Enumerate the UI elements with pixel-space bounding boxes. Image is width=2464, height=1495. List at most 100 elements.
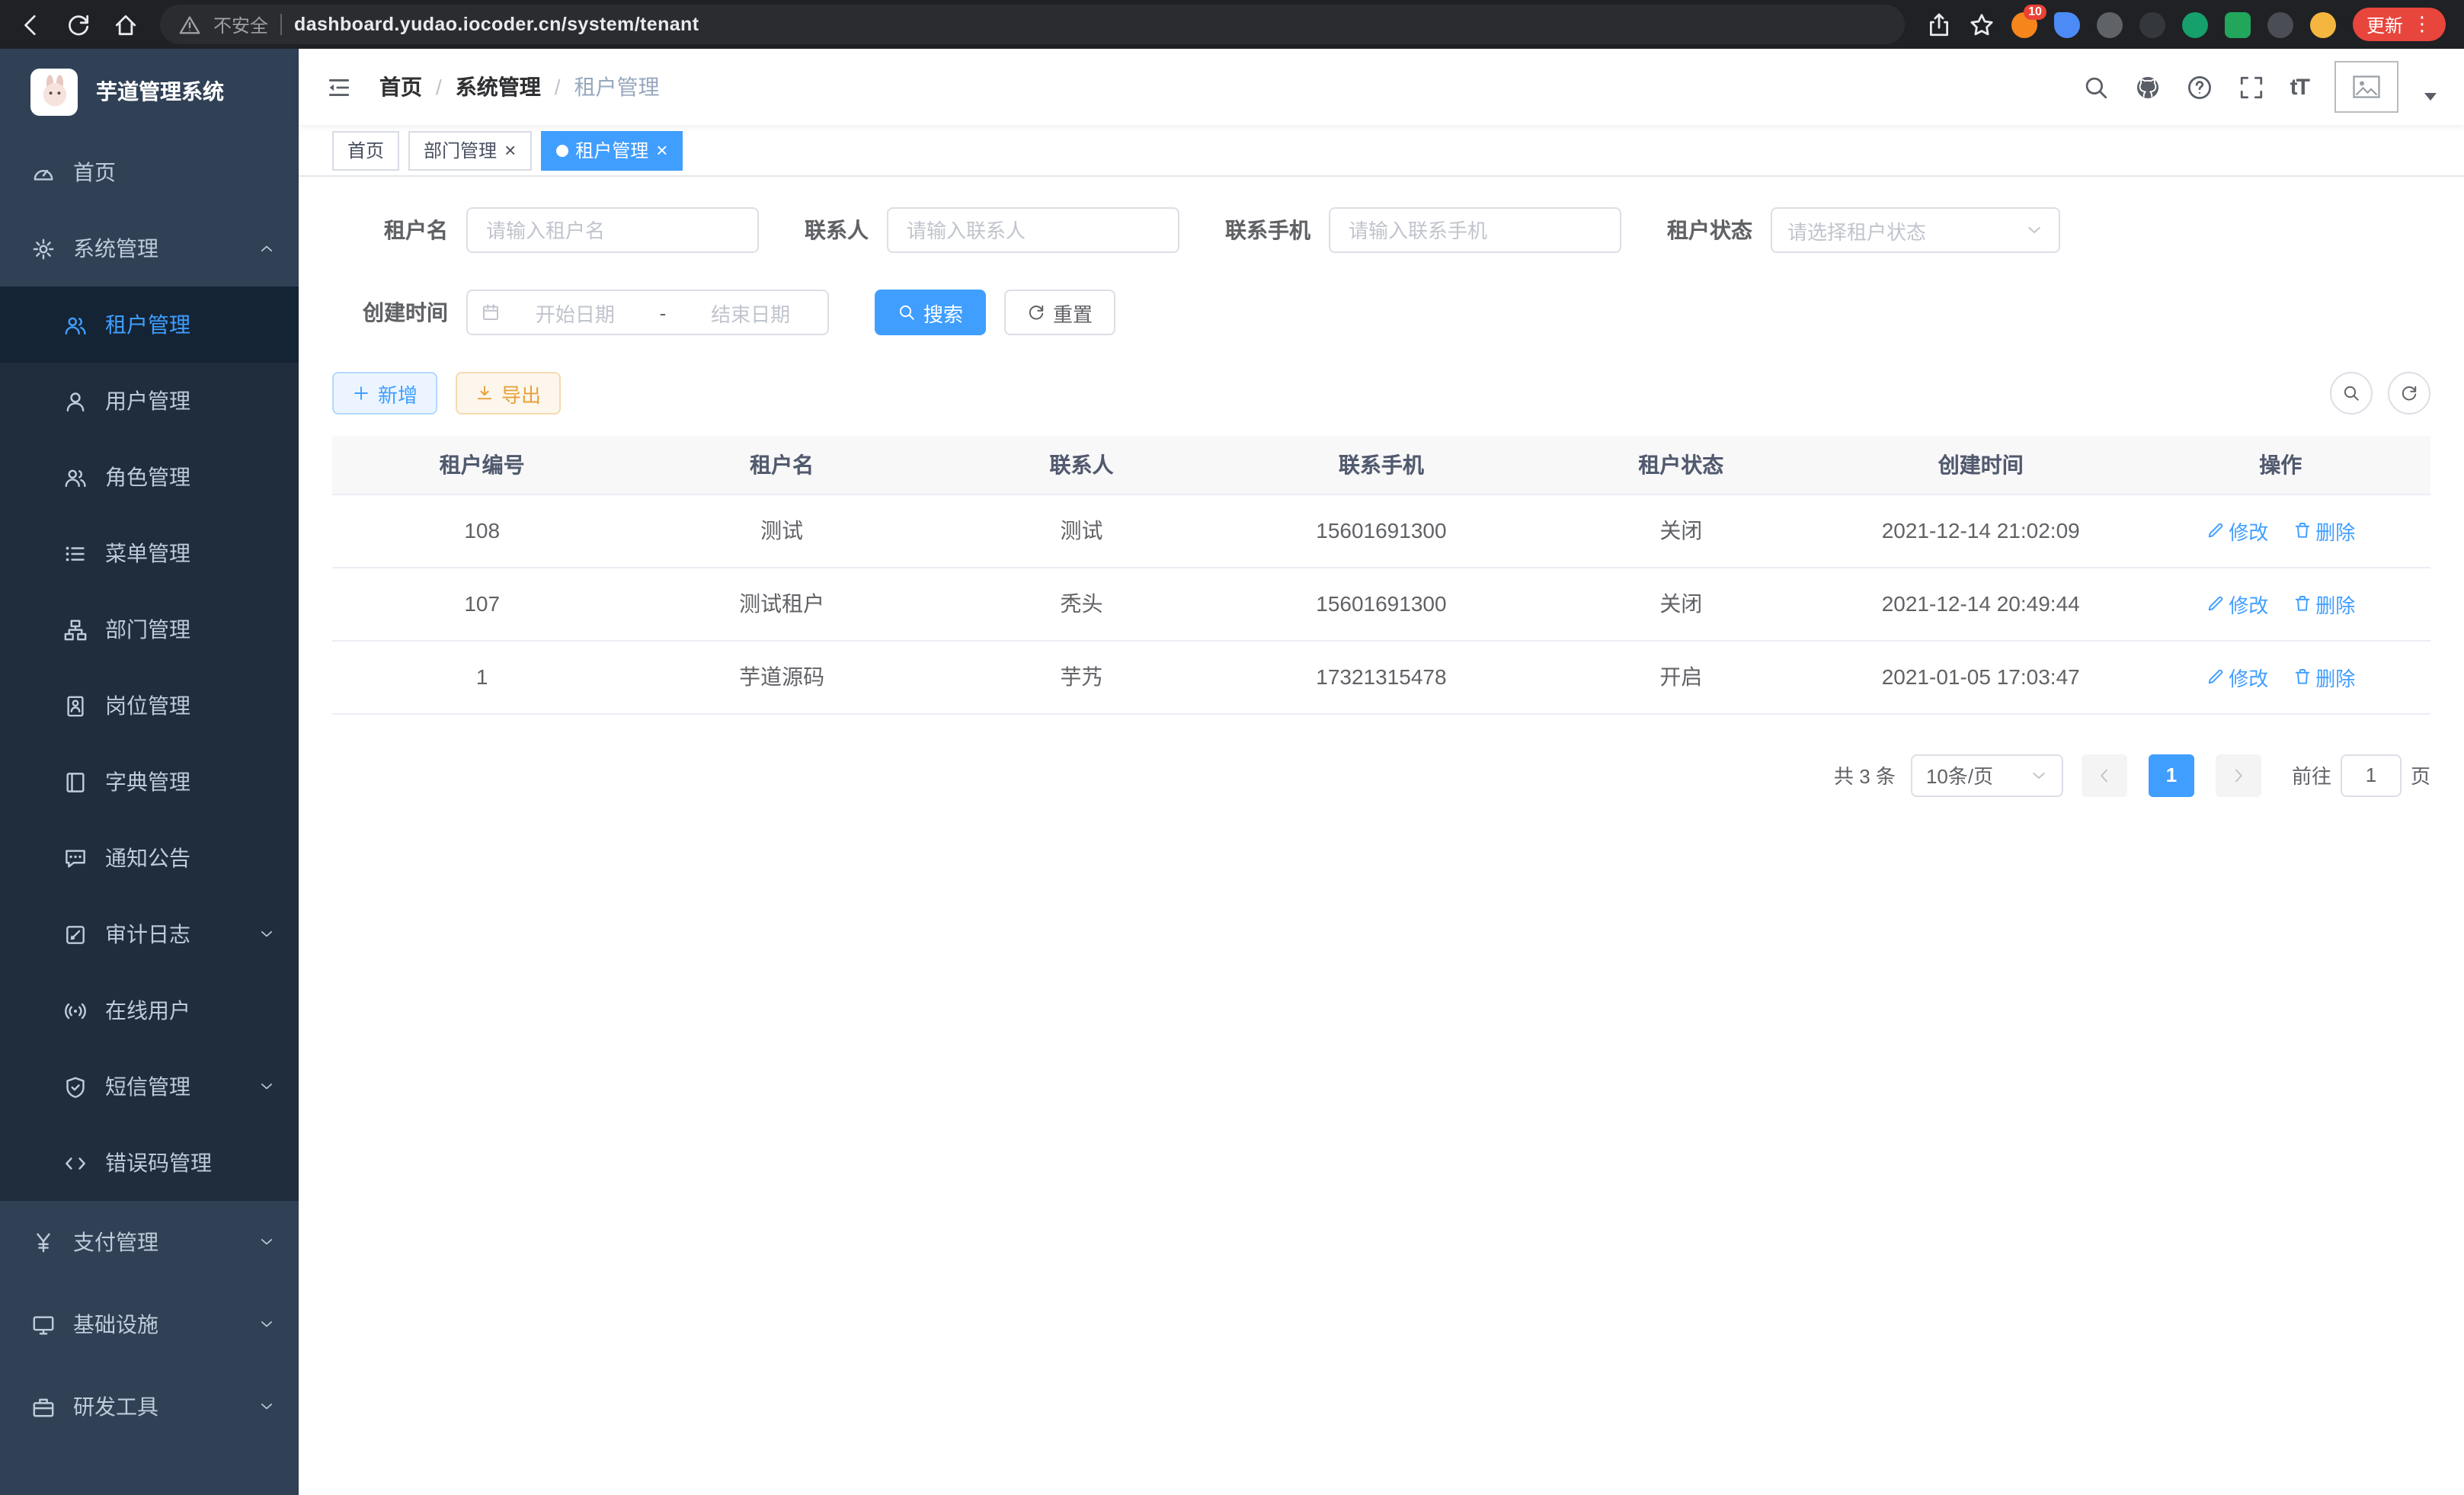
browser-update-button[interactable]: 更新 ⋮	[2353, 8, 2446, 41]
search-button[interactable]: 搜索	[875, 290, 986, 335]
hamburger-icon	[326, 74, 352, 100]
tab-close-icon[interactable]: ×	[656, 140, 667, 160]
tab-home[interactable]: 首页	[332, 130, 399, 170]
header-search-button[interactable]	[2083, 74, 2109, 100]
reload-icon[interactable]	[66, 11, 91, 37]
chevron-left-icon	[2095, 766, 2114, 784]
toolbar-right	[2330, 372, 2430, 415]
extension-icon-4[interactable]	[2139, 11, 2165, 37]
status-select[interactable]: 请选择租户状态	[1771, 207, 2060, 253]
url-text: dashboard.yudao.iocoder.cn/system/tenant	[294, 14, 699, 35]
tenant-name-input[interactable]	[466, 207, 759, 253]
font-size-button[interactable]: tT	[2290, 74, 2309, 100]
trash-icon	[2293, 521, 2311, 539]
search-icon	[2083, 74, 2109, 100]
edit-icon	[2206, 667, 2224, 686]
delete-link-label: 删除	[2315, 516, 2355, 545]
extension-icon-7[interactable]	[2267, 11, 2293, 37]
tab-close-icon[interactable]: ×	[504, 140, 516, 160]
sidebar-item-home[interactable]: 首页	[0, 134, 299, 210]
kebab-menu-icon[interactable]: ⋮	[2412, 12, 2432, 37]
sidebar-item-auditlog[interactable]: 审计日志	[0, 896, 299, 972]
breadcrumb-home[interactable]: 首页	[379, 72, 422, 102]
gear-icon	[32, 237, 55, 260]
delete-link[interactable]: 删除	[2293, 589, 2355, 618]
sidebar-item-pay[interactable]: 支付管理	[0, 1201, 299, 1283]
logo[interactable]: 芋道管理系统	[0, 49, 299, 134]
toggle-search-button[interactable]	[2330, 372, 2373, 415]
extension-icon-1[interactable]: 10	[2011, 11, 2037, 37]
extension-icon-3[interactable]	[2097, 11, 2123, 37]
breadcrumb-system[interactable]: 系统管理	[456, 72, 541, 102]
sidebar-toggle-button[interactable]	[326, 74, 352, 100]
docs-help-button[interactable]	[2187, 74, 2213, 100]
edit-link[interactable]: 修改	[2206, 516, 2268, 545]
extension-icon-8[interactable]	[2310, 11, 2336, 37]
edit-icon	[2206, 594, 2224, 613]
sidebar-menu: 首页 系统管理 租户管理 用户管理	[0, 134, 299, 1448]
extension-icon-2[interactable]	[2054, 11, 2080, 37]
sidebar-item-system[interactable]: 系统管理	[0, 210, 299, 287]
page-size-select[interactable]: 10条/页	[1911, 754, 2063, 796]
tab-tenant[interactable]: 租户管理 ×	[540, 130, 683, 170]
sidebar-item-dict[interactable]: 字典管理	[0, 744, 299, 820]
extension-icon-6[interactable]	[2225, 11, 2251, 37]
edit-link[interactable]: 修改	[2206, 662, 2268, 691]
share-icon[interactable]	[1926, 11, 1952, 37]
delete-link[interactable]: 删除	[2293, 662, 2355, 691]
sidebar-item-label: 在线用户	[105, 995, 190, 1026]
sidebar-item-errorcode[interactable]: 错误码管理	[0, 1125, 299, 1201]
date-start-input[interactable]: 开始日期	[512, 298, 638, 327]
next-page-button[interactable]	[2216, 754, 2261, 796]
sidebar-item-role[interactable]: 角色管理	[0, 439, 299, 515]
address-bar[interactable]: 不安全 dashboard.yudao.iocoder.cn/system/te…	[160, 5, 1905, 44]
goto-page-input[interactable]	[2341, 754, 2402, 796]
reset-button[interactable]: 重置	[1004, 290, 1115, 335]
date-end-input[interactable]: 结束日期	[687, 298, 814, 327]
sidebar-item-label: 审计日志	[105, 919, 190, 949]
sidebar-item-devtools[interactable]: 研发工具	[0, 1365, 299, 1448]
sidebar-item-tenant[interactable]: 租户管理	[0, 287, 299, 363]
date-range-picker[interactable]: 开始日期 - 结束日期	[466, 290, 829, 335]
export-button[interactable]: 导出	[456, 372, 561, 415]
sidebar-item-post[interactable]: 岗位管理	[0, 667, 299, 744]
sidebar-item-label: 支付管理	[73, 1227, 158, 1257]
refresh-table-button[interactable]	[2388, 372, 2430, 415]
home-icon[interactable]	[113, 11, 139, 37]
sidebar-item-online[interactable]: 在线用户	[0, 972, 299, 1048]
page-content: 租户名 联系人 联系手机 租户状态	[299, 177, 2464, 1495]
fullscreen-button[interactable]	[2238, 74, 2264, 100]
cell-tenant-id: 1	[332, 640, 632, 713]
github-button[interactable]	[2135, 74, 2161, 100]
chevron-down-icon	[259, 1399, 274, 1414]
sidebar: 芋道管理系统 首页 系统管理 租户管理	[0, 49, 299, 1495]
tab-label: 首页	[347, 137, 384, 163]
back-icon[interactable]	[18, 11, 44, 37]
prev-page-button[interactable]	[2082, 754, 2127, 796]
edit-link[interactable]: 修改	[2206, 589, 2268, 618]
avatar-dropdown-caret-icon[interactable]	[2424, 92, 2437, 100]
delete-link-label: 删除	[2315, 662, 2355, 691]
sidebar-item-sms[interactable]: 短信管理	[0, 1048, 299, 1125]
avatar[interactable]	[2334, 61, 2398, 113]
phone-input[interactable]	[1329, 207, 1621, 253]
extension-badge: 10	[2024, 4, 2046, 19]
delete-link-label: 删除	[2315, 589, 2355, 618]
money-icon	[32, 1231, 55, 1253]
page-number-button[interactable]: 1	[2149, 754, 2194, 796]
table-row: 107 测试租户 秃头 15601691300 关闭 2021-12-14 20…	[332, 567, 2430, 640]
sidebar-item-menu[interactable]: 菜单管理	[0, 515, 299, 591]
col-status: 租户状态	[1531, 436, 1831, 494]
add-button[interactable]: 新增	[332, 372, 437, 415]
sidebar-item-notice[interactable]: 通知公告	[0, 820, 299, 896]
sidebar-item-dept[interactable]: 部门管理	[0, 591, 299, 667]
delete-link[interactable]: 删除	[2293, 516, 2355, 545]
add-button-label: 新增	[378, 379, 418, 408]
contact-input[interactable]	[887, 207, 1179, 253]
extension-icon-5[interactable]	[2182, 11, 2208, 37]
system-submenu: 租户管理 用户管理 角色管理 菜单管理	[0, 287, 299, 1201]
bookmark-star-icon[interactable]	[1969, 11, 1995, 37]
tab-dept[interactable]: 部门管理 ×	[408, 130, 531, 170]
sidebar-item-user[interactable]: 用户管理	[0, 363, 299, 439]
sidebar-item-infra[interactable]: 基础设施	[0, 1283, 299, 1365]
